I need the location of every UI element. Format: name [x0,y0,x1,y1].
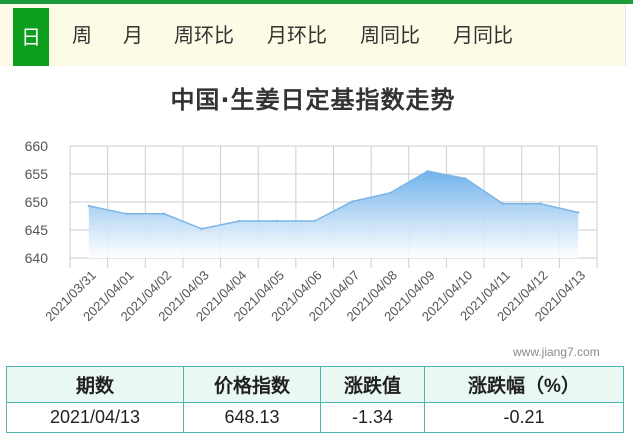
header-period: 期数 [6,366,184,403]
data-point [388,191,392,195]
data-point [313,219,316,223]
summary-data-row: 2021/04/13 648.13 -1.34 -0.21 [6,402,624,433]
summary-table: 期数 价格指数 涨跌值 涨跌幅（%） 2021/04/13 648.13 -1.… [6,366,624,433]
data-point [426,170,429,173]
summary-header-row: 期数 价格指数 涨跌值 涨跌幅（%） [6,366,624,403]
header-price-index: 价格指数 [183,366,321,403]
tab-week[interactable]: 周 [72,4,92,66]
tab-month[interactable]: 月 [123,4,143,66]
data-point [87,204,91,208]
tab-month-on-month[interactable]: 月环比 [267,4,327,66]
y-tick-label: 655 [25,166,49,182]
tab-day[interactable]: 日 [13,8,49,66]
data-point [200,227,203,231]
header-change-percent: 涨跌幅（%） [424,366,624,403]
data-point [464,177,467,180]
tab-month-year-on-year[interactable]: 月同比 [453,4,513,66]
y-tick-label: 640 [25,250,49,266]
data-point [539,202,542,205]
data-point [162,212,166,215]
period-tab-bar: 日 周 月 周环比 月环比 周同比 月同比 [0,4,626,66]
chart-title: 中国·生姜日定基指数走势 [170,86,456,114]
cell-period: 2021/04/13 [6,402,184,433]
y-tick-label: 650 [25,194,49,210]
price-index-chart: 6406456506556602021/03/312021/04/012021/… [25,138,598,324]
data-point [125,212,128,215]
data-point [576,211,580,214]
y-tick-label: 645 [25,222,49,238]
source-watermark: www.jiang7.com [513,345,600,359]
y-tick-label: 660 [25,138,49,154]
data-point [501,202,505,205]
data-point [238,219,241,223]
tab-week-on-week[interactable]: 周环比 [174,4,234,66]
cell-change-percent: -0.21 [424,402,624,433]
cell-change-value: -1.34 [320,402,425,433]
cell-price-index: 648.13 [183,402,321,433]
data-point [275,219,279,223]
tab-week-year-on-year[interactable]: 周同比 [360,4,420,66]
data-point [351,200,354,203]
header-change-value: 涨跌值 [320,366,425,403]
